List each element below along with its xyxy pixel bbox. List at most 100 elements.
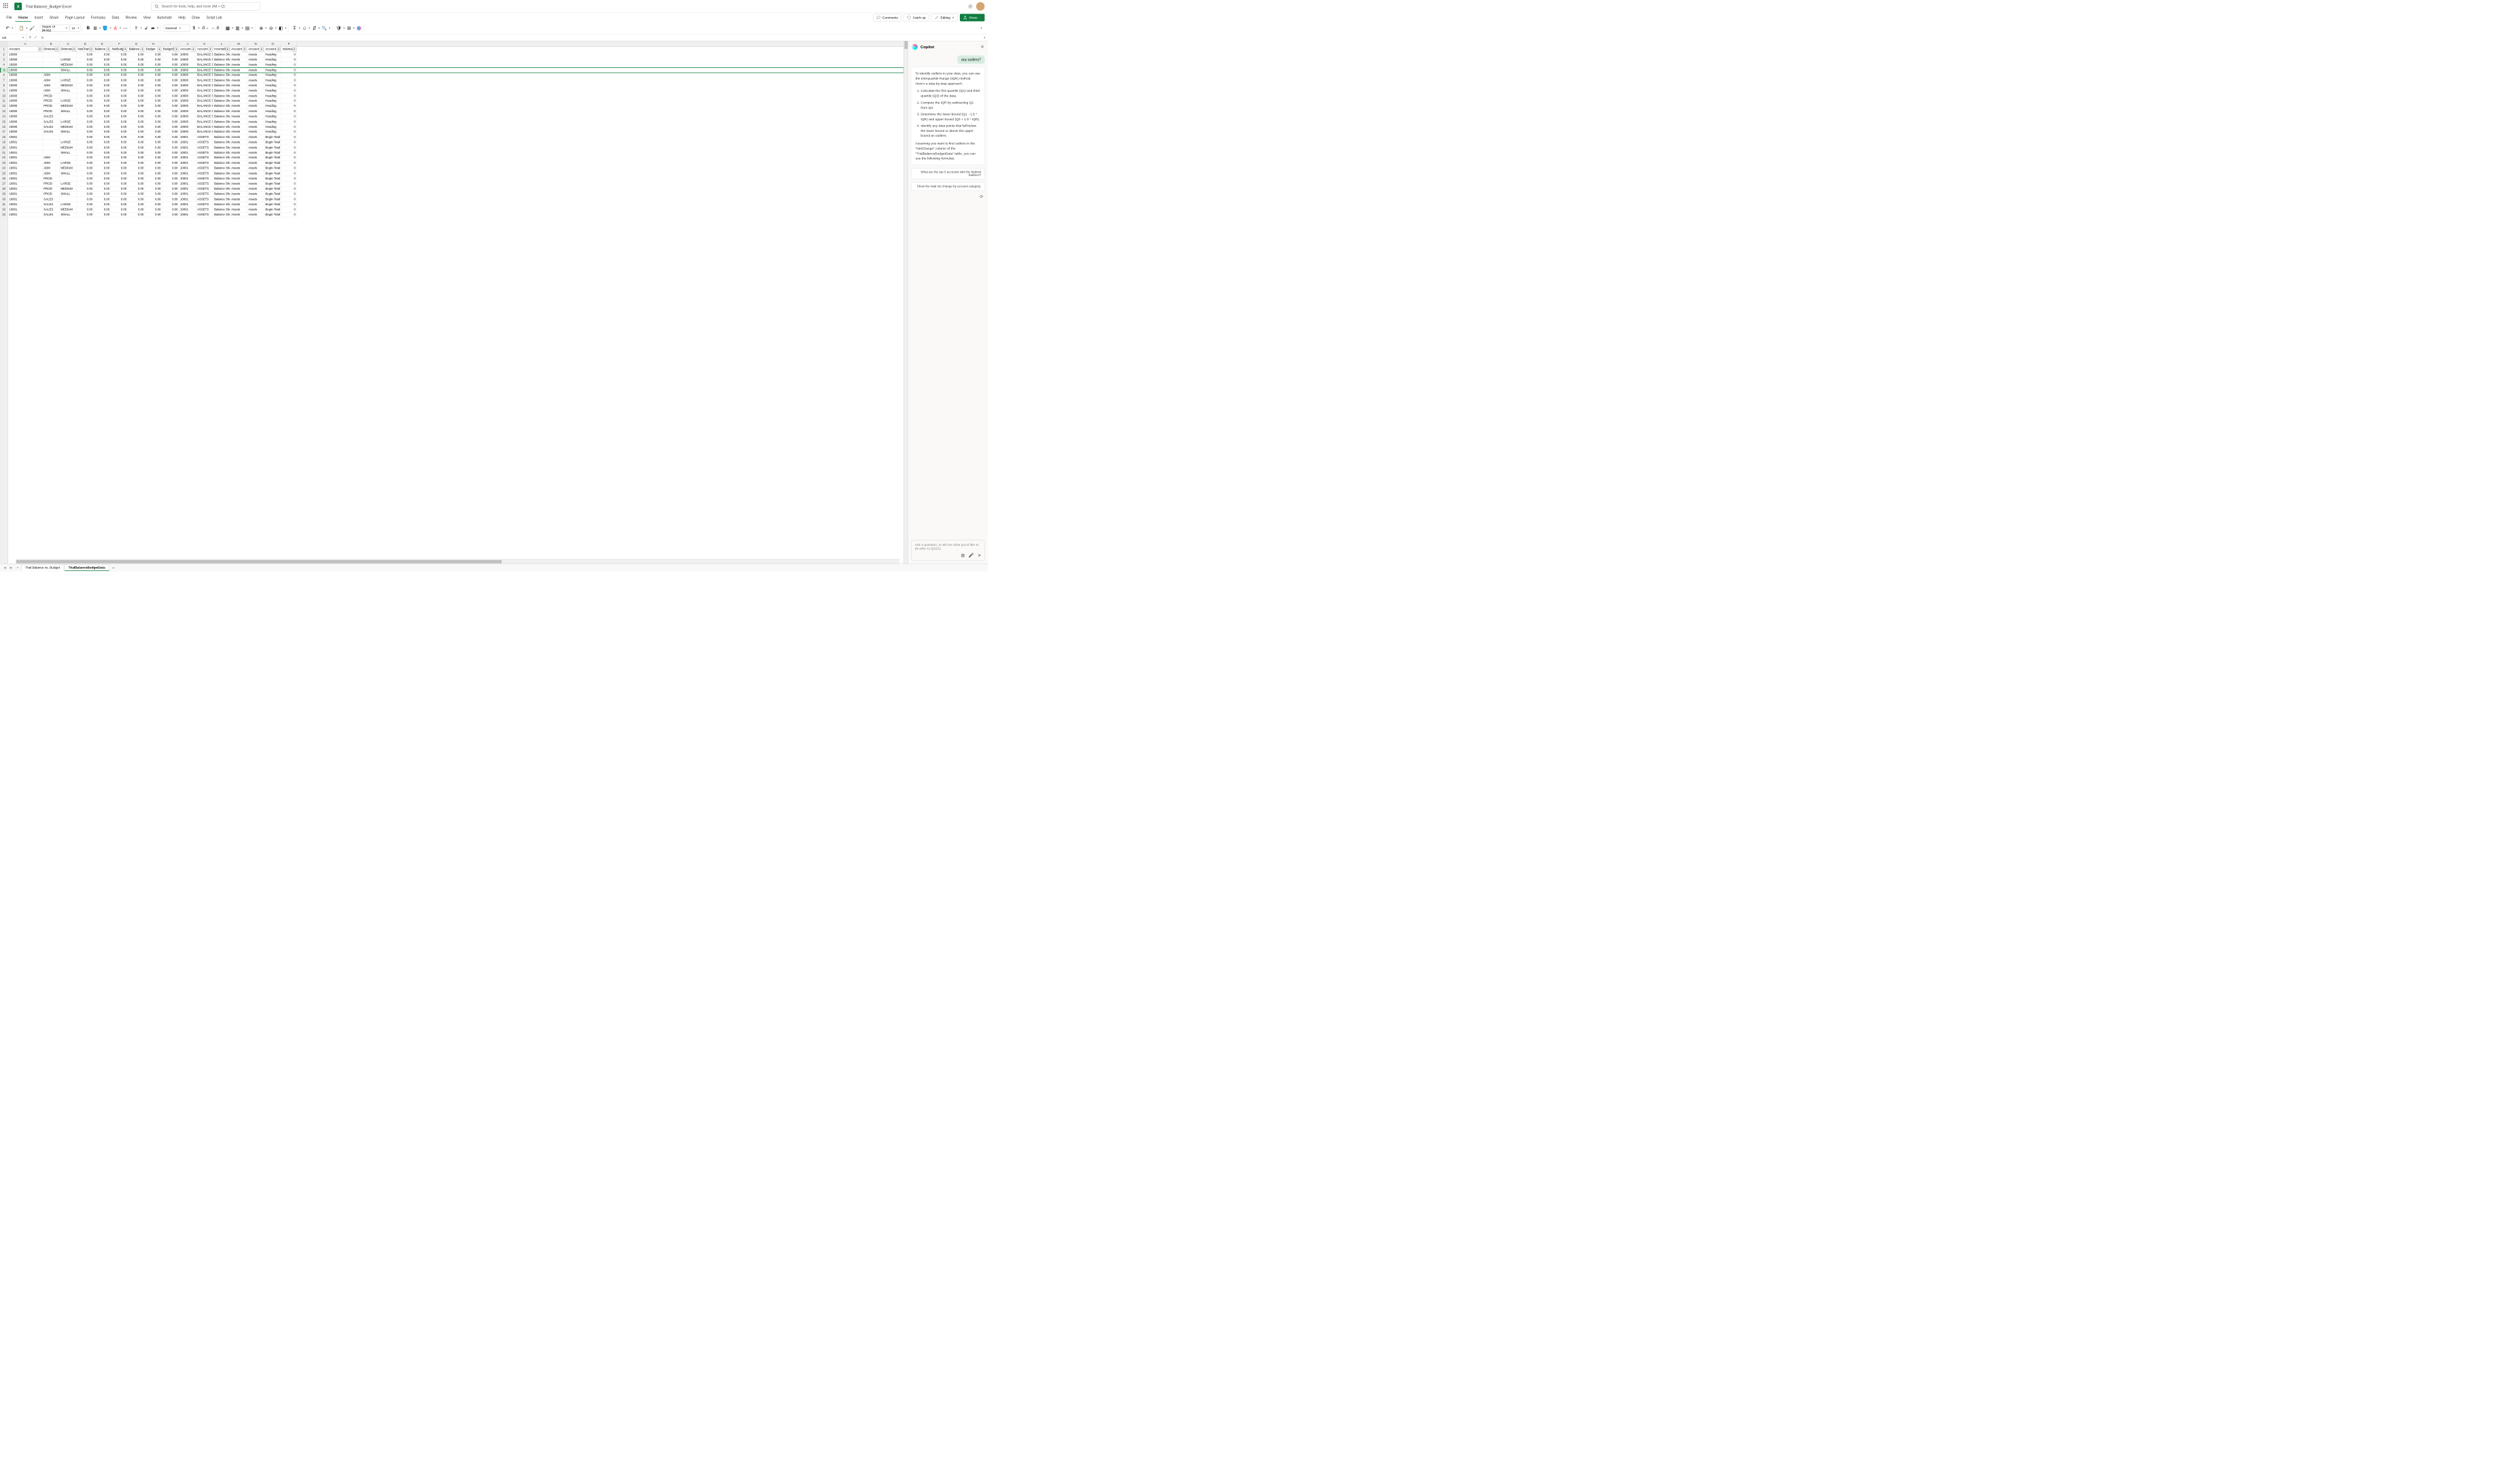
cell[interactable]: LARGE: [60, 57, 77, 63]
filter-icon[interactable]: ▼: [292, 48, 296, 51]
cell[interactable]: Assets: [247, 67, 264, 73]
row-header[interactable]: 13: [0, 109, 7, 114]
cell[interactable]: 0.00: [111, 93, 128, 99]
cell[interactable]: Balance She: [213, 119, 230, 124]
cell[interactable]: MEDIUM: [60, 83, 77, 88]
cell[interactable]: 0: [281, 63, 297, 68]
cell[interactable]: 0.00: [94, 212, 111, 218]
row-header[interactable]: 26: [0, 176, 7, 181]
cell[interactable]: [43, 145, 60, 150]
cell[interactable]: Heading: [264, 130, 281, 135]
cell[interactable]: 0.00: [77, 78, 94, 84]
cell[interactable]: Assets: [247, 109, 264, 114]
cell[interactable]: 0: [281, 212, 297, 218]
cell[interactable]: 0.00: [94, 93, 111, 99]
cell[interactable]: Assets: [230, 156, 247, 161]
row-header[interactable]: 1: [0, 47, 7, 52]
cell[interactable]: Heading: [264, 109, 281, 114]
table-row[interactable]: 10001MEDIUM0.000.000.000.000.000.0010001…: [8, 145, 904, 150]
row-header[interactable]: 11: [0, 99, 7, 104]
cell[interactable]: 0.00: [111, 114, 128, 120]
col-header-J[interactable]: J: [179, 41, 196, 46]
add-sheet-button[interactable]: +: [110, 566, 116, 570]
cell[interactable]: ASSETS: [196, 150, 213, 156]
cell[interactable]: SALES: [43, 114, 60, 120]
cell[interactable]: Heading: [264, 93, 281, 99]
cell[interactable]: Begin-Total: [264, 186, 281, 192]
align-button[interactable]: ≡: [133, 24, 139, 32]
cell[interactable]: [60, 135, 77, 140]
row-header[interactable]: 21: [0, 150, 7, 156]
cell[interactable]: 10001: [8, 192, 43, 197]
undo-button[interactable]: ↶: [4, 24, 10, 32]
cell[interactable]: 0: [281, 135, 297, 140]
cell[interactable]: Assets: [247, 104, 264, 109]
table-header-cell[interactable]: NetBudget▼: [111, 47, 128, 52]
cell[interactable]: 0.00: [162, 109, 179, 114]
cell[interactable]: 10001: [179, 145, 196, 150]
filter-icon[interactable]: ▼: [55, 48, 58, 51]
cell[interactable]: 0.00: [145, 124, 162, 130]
ribbon-tab-home[interactable]: Home: [15, 14, 31, 21]
cell[interactable]: 0: [281, 140, 297, 145]
cell[interactable]: 10001: [179, 171, 196, 176]
table-row[interactable]: 10001PRODSMALL0.000.000.000.000.000.0010…: [8, 192, 904, 197]
cell[interactable]: Assets: [230, 196, 247, 202]
ribbon-tab-formulas[interactable]: Formulas: [88, 14, 109, 21]
cell[interactable]: Assets: [230, 207, 247, 213]
cell[interactable]: SMALL: [60, 171, 77, 176]
cell[interactable]: ASSETS: [196, 196, 213, 202]
cell[interactable]: Balance She: [213, 140, 230, 145]
cell[interactable]: MEDIUM: [60, 166, 77, 171]
cell[interactable]: 10001: [179, 186, 196, 192]
cell[interactable]: Assets: [230, 114, 247, 120]
col-header-E[interactable]: E: [94, 41, 111, 46]
cell[interactable]: 0.00: [94, 88, 111, 94]
cell[interactable]: Assets: [247, 166, 264, 171]
cell[interactable]: 0.00: [145, 57, 162, 63]
cell[interactable]: SALES: [43, 212, 60, 218]
cell[interactable]: 0.00: [111, 156, 128, 161]
cell[interactable]: 10001: [179, 166, 196, 171]
cell[interactable]: ASSETS: [196, 212, 213, 218]
table-row[interactable]: 10000LARGE0.000.000.000.000.000.0010000B…: [8, 57, 904, 63]
insert-cells-button[interactable]: ⊕: [258, 24, 264, 32]
cell[interactable]: 0.00: [162, 73, 179, 78]
col-header-L[interactable]: L: [213, 41, 230, 46]
clear-button[interactable]: ◇: [301, 24, 307, 32]
cell[interactable]: Assets: [247, 99, 264, 104]
cell[interactable]: MEDIUM: [60, 207, 77, 213]
cell[interactable]: 0.00: [94, 63, 111, 68]
cell[interactable]: Heading: [264, 57, 281, 63]
sheet-menu-button[interactable]: ≡: [15, 566, 20, 570]
cell[interactable]: 10001: [8, 135, 43, 140]
cell[interactable]: 0.00: [94, 160, 111, 166]
cell[interactable]: 0.00: [111, 119, 128, 124]
cell[interactable]: Begin-Total: [264, 207, 281, 213]
cell[interactable]: 10000: [179, 124, 196, 130]
cell[interactable]: 0.00: [145, 186, 162, 192]
cell[interactable]: 0: [281, 119, 297, 124]
cell[interactable]: 0.00: [128, 99, 145, 104]
cell[interactable]: 0.00: [111, 140, 128, 145]
copilot-toolbar-button[interactable]: [356, 24, 362, 32]
cell[interactable]: ASSETS: [196, 145, 213, 150]
cell[interactable]: Assets: [230, 186, 247, 192]
cell[interactable]: 0.00: [128, 192, 145, 197]
cell[interactable]: 0.00: [128, 171, 145, 176]
cell[interactable]: 0.00: [162, 196, 179, 202]
cell[interactable]: ASSETS: [196, 166, 213, 171]
spreadsheet-grid[interactable]: 1234567891011121314151617181920212223242…: [0, 41, 908, 563]
cell[interactable]: 10000: [8, 78, 43, 84]
table-row[interactable]: 10000ADM0.000.000.000.000.000.0010000BAL…: [8, 73, 904, 78]
cell[interactable]: ASSETS: [196, 176, 213, 181]
cell[interactable]: Heading: [264, 63, 281, 68]
cell[interactable]: [60, 196, 77, 202]
row-header[interactable]: 14: [0, 114, 7, 120]
cell[interactable]: MEDIUM: [60, 186, 77, 192]
cell[interactable]: Assets: [247, 114, 264, 120]
cell[interactable]: 0.00: [128, 145, 145, 150]
filter-icon[interactable]: ▼: [89, 48, 92, 51]
cell[interactable]: 0: [281, 57, 297, 63]
cell[interactable]: 0.00: [128, 124, 145, 130]
